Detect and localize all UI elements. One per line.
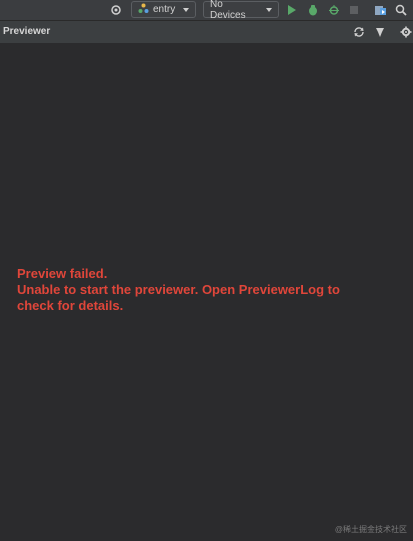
stop-icon[interactable] [346,2,362,18]
device-manager-icon[interactable] [372,2,388,18]
run-icon[interactable] [284,2,300,18]
pin-icon[interactable] [372,24,388,40]
module-select[interactable]: entry [131,1,196,18]
device-select-value: No Devices [210,0,246,21]
error-message: Preview failed. Unable to start the prev… [17,266,407,314]
panel-title: Previewer [3,26,51,37]
module-icon [138,3,149,17]
top-toolbar: entry No Devices [0,0,413,21]
gear-icon[interactable] [398,24,413,40]
error-detail-line: check for details. [17,298,124,313]
search-icon[interactable] [393,2,409,18]
device-select[interactable]: No Devices [203,0,279,21]
debug-icon[interactable] [305,2,321,18]
watermark: @稀土掘金技术社区 [334,525,407,534]
module-select-value: entry [153,4,176,15]
target-icon[interactable] [108,2,124,18]
error-title: Preview failed. [17,266,108,281]
chevron-down-icon [266,7,272,12]
error-detail-line: Unable to start the previewer. Open Prev… [17,282,340,297]
chevron-down-icon [183,7,190,12]
previewer-header: Previewer [0,21,413,43]
refresh-icon[interactable] [351,24,367,40]
bug-icon[interactable] [326,2,342,18]
